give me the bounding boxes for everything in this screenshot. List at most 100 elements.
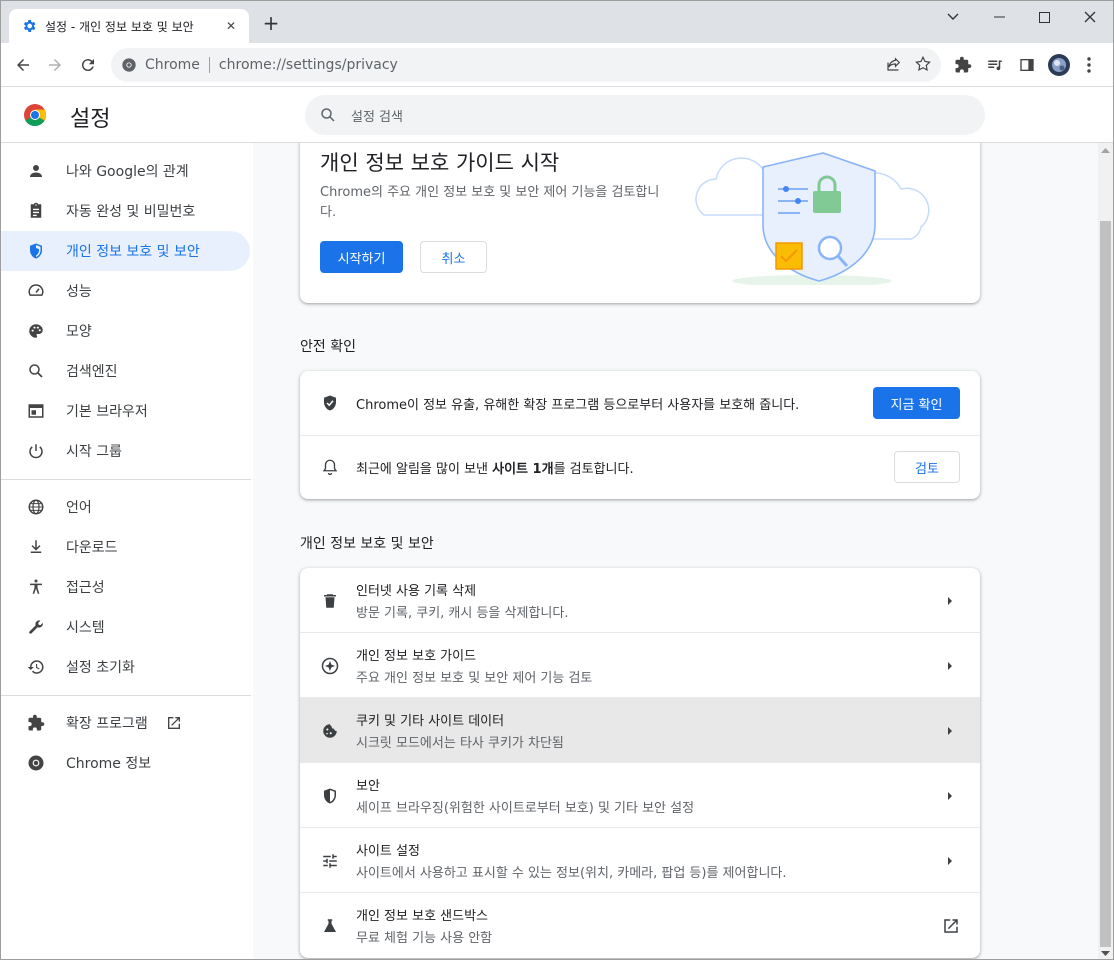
- row-title: 개인 정보 보호 가이드: [356, 649, 477, 664]
- settings-header: 설정 설정 검색: [1, 87, 1113, 143]
- sidebar-item-default-browser[interactable]: 기본 브라우저: [1, 391, 250, 431]
- profile-avatar[interactable]: [1045, 51, 1073, 79]
- trash-icon: [320, 591, 340, 611]
- search-icon: [25, 360, 47, 382]
- palette-icon: [25, 320, 47, 342]
- history-icon: [25, 656, 47, 678]
- address-bar[interactable]: Chrome chrome://settings/privacy: [111, 48, 941, 82]
- page-scrollbar[interactable]: [1098, 143, 1113, 959]
- flask-icon: [320, 916, 340, 936]
- sidebar-item-performance[interactable]: 성능: [1, 271, 250, 311]
- sidebar-item-label: 성능: [66, 284, 92, 300]
- cookie-icon: [320, 721, 340, 741]
- sidebar-item-label: 나와 Google의 관계: [66, 164, 189, 180]
- minimize-button[interactable]: [979, 5, 1019, 29]
- row-subtitle: 방문 기록, 쿠키, 캐시 등을 삭제합니다.: [356, 606, 569, 621]
- back-button[interactable]: [9, 51, 37, 79]
- globe-icon: [25, 496, 47, 518]
- site-settings-row[interactable]: 사이트 설정 사이트에서 사용하고 표시할 수 있는 정보(위치, 카메라, 팝업…: [300, 828, 980, 893]
- safety-check-heading: 안전 확인: [300, 339, 356, 355]
- settings-main: 개인 정보 보호 가이드 시작 Chrome의 주요 개인 정보 보호 및 보안…: [253, 143, 1099, 959]
- side-panel-icon[interactable]: [1013, 51, 1041, 79]
- sidebar-item-privacy[interactable]: 개인 정보 보호 및 보안: [1, 231, 250, 271]
- shield-check-icon: [320, 393, 340, 413]
- scroll-down-arrow-icon[interactable]: [1101, 951, 1110, 957]
- reload-button[interactable]: [74, 51, 102, 79]
- sidebar-item-you-and-google[interactable]: 나와 Google의 관계: [1, 151, 250, 191]
- scroll-up-arrow-icon[interactable]: [1101, 147, 1110, 153]
- sidebar-item-system[interactable]: 시스템: [1, 607, 250, 647]
- power-icon: [25, 440, 47, 462]
- site-chip-label: Chrome: [145, 57, 200, 73]
- settings-search-input[interactable]: 설정 검색: [305, 95, 985, 135]
- compass-icon: [320, 656, 340, 676]
- bookmark-star-icon[interactable]: [914, 55, 932, 77]
- browser-toolbar: Chrome chrome://settings/privacy: [1, 43, 1113, 87]
- media-controls-icon[interactable]: [981, 51, 1009, 79]
- clear-browsing-data-row[interactable]: 인터넷 사용 기록 삭제 방문 기록, 쿠키, 캐시 등을 삭제합니다.: [300, 568, 980, 633]
- privacy-sandbox-row[interactable]: 개인 정보 보호 샌드박스 무료 체험 기능 사용 안함: [300, 893, 980, 958]
- sidebar-item-about-chrome[interactable]: Chrome 정보: [1, 743, 250, 783]
- title-bar: 설정 - 개인 정보 보호 및 보안 ✕ +: [1, 1, 1113, 43]
- download-icon: [25, 536, 47, 558]
- sidebar-item-label: 자동 완성 및 비밀번호: [66, 204, 196, 220]
- cancel-guide-button[interactable]: 취소: [420, 241, 487, 273]
- sidebar-item-on-startup[interactable]: 시작 그룹: [1, 431, 250, 471]
- extensions-puzzle-icon[interactable]: [949, 51, 977, 79]
- start-guide-button[interactable]: 시작하기: [320, 241, 403, 273]
- safety-check-card: Chrome이 정보 유출, 유해한 확장 프로그램 등으로부터 사용자를 보호…: [300, 371, 980, 499]
- settings-sidebar: 나와 Google의 관계 자동 완성 및 비밀번호 개인 정보 보호 및 보안…: [1, 143, 253, 959]
- privacy-guide-row[interactable]: 개인 정보 보호 가이드 주요 개인 정보 보호 및 보안 제어 기능 검토: [300, 633, 980, 698]
- active-tab[interactable]: 설정 - 개인 정보 보호 및 보안 ✕: [9, 9, 249, 43]
- check-now-button[interactable]: 지금 확인: [873, 387, 960, 419]
- open-in-new-icon: [166, 715, 182, 731]
- sidebar-item-label: 접근성: [66, 580, 105, 596]
- accessibility-icon: [25, 576, 47, 598]
- privacy-guide-illustration: [695, 152, 930, 285]
- tab-close-icon[interactable]: ✕: [223, 18, 239, 34]
- page-title: 설정: [70, 107, 111, 132]
- review-button[interactable]: 검토: [894, 451, 960, 483]
- privacy-guide-description: Chrome의 주요 개인 정보 보호 및 보안 제어 기능을 검토합니다.: [320, 185, 660, 220]
- share-icon[interactable]: [885, 55, 903, 77]
- sidebar-divider: [1, 695, 251, 696]
- sidebar-item-reset-settings[interactable]: 설정 초기화: [1, 647, 250, 687]
- scrollbar-thumb[interactable]: [1100, 221, 1111, 947]
- sidebar-item-label: 모양: [66, 324, 92, 340]
- row-title: 사이트 설정: [356, 844, 420, 859]
- privacy-settings-card: 인터넷 사용 기록 삭제 방문 기록, 쿠키, 캐시 등을 삭제합니다. 개인 정…: [300, 568, 980, 958]
- sidebar-item-label: 다운로드: [66, 540, 118, 556]
- row-title: 개인 정보 보호 샌드박스: [356, 909, 488, 924]
- sidebar-item-label: 기본 브라우저: [66, 404, 148, 420]
- new-tab-button[interactable]: +: [261, 13, 281, 34]
- search-icon: [321, 108, 335, 122]
- sidebar-item-label: 시스템: [66, 620, 105, 636]
- open-in-new-icon: [944, 919, 958, 933]
- sidebar-item-autofill[interactable]: 자동 완성 및 비밀번호: [1, 191, 250, 231]
- person-icon: [25, 160, 47, 182]
- sidebar-item-accessibility[interactable]: 접근성: [1, 567, 250, 607]
- security-row[interactable]: 보안 세이프 브라우징(위험한 사이트로부터 보호) 및 기타 보안 설정: [300, 763, 980, 828]
- sidebar-item-downloads[interactable]: 다운로드: [1, 527, 250, 567]
- privacy-guide-title: 개인 정보 보호 가이드 시작: [320, 151, 560, 175]
- maximize-button[interactable]: [1024, 5, 1064, 29]
- row-subtitle: 시크릿 모드에서는 타사 쿠키가 차단됨: [356, 736, 564, 751]
- row-title: 쿠키 및 기타 사이트 데이터: [356, 714, 505, 729]
- sidebar-item-appearance[interactable]: 모양: [1, 311, 250, 351]
- notification-review-row: 최근에 알림을 많이 보낸 사이트 1개를 검토합니다. 검토: [300, 435, 980, 499]
- chevron-right-icon: [948, 726, 952, 735]
- sidebar-item-languages[interactable]: 언어: [1, 487, 250, 527]
- sidebar-item-label: 언어: [66, 500, 92, 516]
- row-title: 보안: [356, 779, 380, 794]
- address-separator: [208, 57, 210, 73]
- close-window-button[interactable]: [1070, 5, 1110, 29]
- url-text[interactable]: chrome://settings/privacy: [219, 57, 398, 73]
- menu-kebab-icon[interactable]: [1075, 51, 1103, 79]
- sidebar-item-extensions[interactable]: 확장 프로그램: [1, 703, 250, 743]
- sidebar-item-search-engine[interactable]: 검색엔진: [1, 351, 250, 391]
- cookies-row[interactable]: 쿠키 및 기타 사이트 데이터시크릿 모드에서는 타사 쿠키가 차단됨: [300, 698, 980, 763]
- tab-search-chevron-icon[interactable]: [933, 5, 973, 29]
- forward-button[interactable]: [41, 51, 69, 79]
- settings-gear-icon: [23, 20, 36, 32]
- search-placeholder: 설정 검색: [351, 109, 403, 125]
